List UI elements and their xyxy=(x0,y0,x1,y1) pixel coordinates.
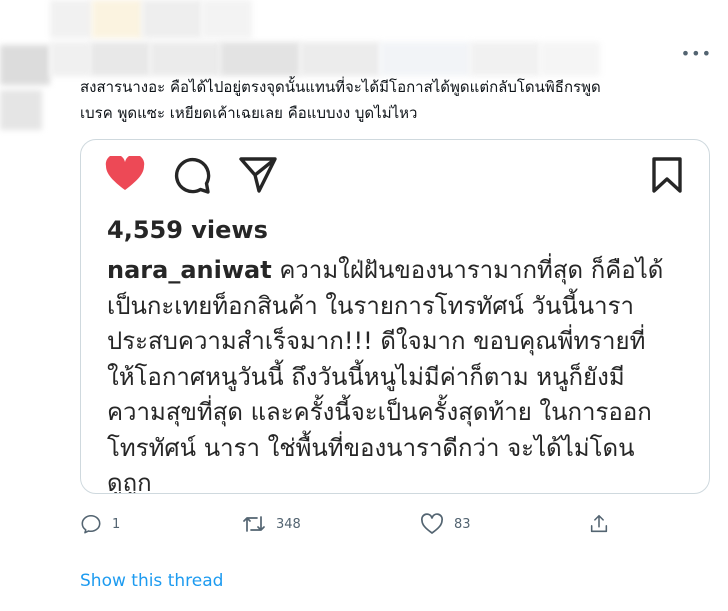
tweet-text-line: สงสารนางอะ คือได้ไปอยู่ตรงจุดนั้นแทนที่จ… xyxy=(80,78,601,96)
blur-patch xyxy=(0,45,50,85)
reply-button[interactable]: 1 xyxy=(80,508,120,540)
retweet-button[interactable]: 348 xyxy=(242,508,301,540)
blur-patch xyxy=(470,42,540,76)
blur-patch xyxy=(220,42,300,76)
heart-icon xyxy=(105,154,145,196)
like-icon xyxy=(421,513,443,534)
tweet-actions: 1 348 83 xyxy=(80,508,620,540)
comment-icon xyxy=(173,156,211,198)
retweet-icon xyxy=(243,516,265,532)
caption-line: โทรทัศน์ นารา ใช่พื้นที่ของนาราดีกว่า จะ… xyxy=(107,433,635,462)
post-caption: nara_aniwat ความใฝ่ฝันของนารามากที่สุด ก… xyxy=(107,253,707,494)
reply-icon xyxy=(81,514,101,534)
caption-line: ความสุขที่สุด และครั้งนี้จะเป็นครั้งสุดท… xyxy=(107,398,652,426)
blur-patch xyxy=(90,42,150,76)
views-count: 4,559 views xyxy=(107,216,268,244)
more-horizontal-icon: ••• xyxy=(680,44,712,63)
caption-line: เป็นกะเทยท็อกสินค้า ในรายการโทรทัศน์ วัน… xyxy=(107,291,635,320)
tweet-text-line: เบรค พูดแซะ เหยียดเค้าเฉยเลย คือแบบงง บู… xyxy=(80,104,418,122)
retweet-count: 348 xyxy=(276,516,301,532)
blur-patch xyxy=(142,0,202,38)
username: nara_aniwat xyxy=(107,256,272,284)
caption-line: ให้โอกาศหนูวันนี้ ถึงวันนี้หนูไม่มีค่าก็… xyxy=(107,362,625,391)
more-options-button[interactable]: ••• xyxy=(681,46,712,62)
caption-line: ดูถูก xyxy=(107,469,152,494)
caption-line: ประสบความสำเร็จมาก!!! ดีใจมาก ขอบคุณพี่ท… xyxy=(107,327,646,355)
blur-patch xyxy=(202,0,252,38)
share-icon xyxy=(590,514,608,533)
blur-patch xyxy=(92,0,142,38)
caption-text: ความใฝ่ฝันของนารามากที่สุด ก็คือได้ xyxy=(279,256,664,284)
blur-patch xyxy=(50,42,90,76)
bookmark-icon xyxy=(651,157,683,197)
tweet-text: สงสารนางอะ คือได้ไปอยู่ตรงจุดนั้นแทนที่จ… xyxy=(80,74,710,126)
like-count: 83 xyxy=(454,516,471,532)
reply-count: 1 xyxy=(112,516,121,532)
blur-patch xyxy=(300,42,380,76)
instagram-post-image[interactable]: 4,559 views nara_aniwat ความใฝ่ฝันของนาร… xyxy=(80,139,710,494)
share-icon xyxy=(238,156,278,198)
blur-patch xyxy=(540,42,600,76)
show-thread-link[interactable]: Show this thread xyxy=(80,571,223,591)
blur-patch xyxy=(150,42,220,76)
blur-patch xyxy=(0,90,42,130)
like-button[interactable]: 83 xyxy=(420,508,471,540)
caption-line: nara_aniwat ความใฝ่ฝันของนารามากที่สุด ก… xyxy=(107,253,707,289)
share-tweet-button[interactable] xyxy=(588,508,610,540)
blur-patch xyxy=(50,0,92,38)
blur-patch xyxy=(380,42,470,76)
